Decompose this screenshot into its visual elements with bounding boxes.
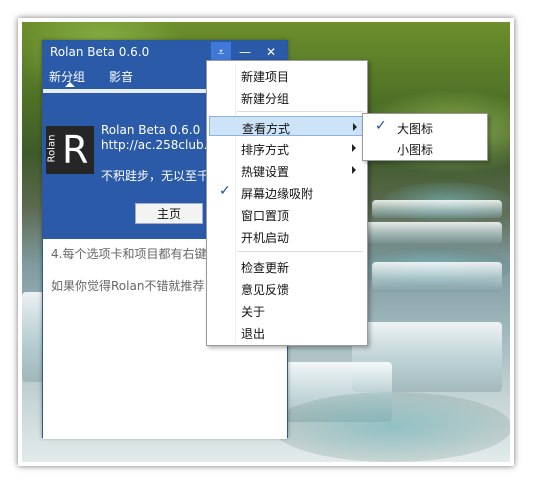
slogan-text: 不积跬步，无以至千	[101, 169, 210, 183]
menu-item-label: 意见反馈	[241, 283, 290, 297]
tip-line: 4.每个选项卡和项目都有右键	[51, 247, 207, 261]
menu-item-label: 排序方式	[241, 143, 290, 157]
menu-item-label: 开机启动	[241, 231, 290, 245]
submenu-arrow-icon	[352, 144, 356, 152]
menu-dropdown-icon[interactable]: ⩡	[211, 42, 231, 62]
logo-letter: R	[62, 128, 89, 172]
submenu-arrow-icon	[352, 166, 356, 174]
check-icon: ✓	[219, 183, 231, 199]
menu-item-label: 屏幕边缘吸附	[241, 187, 314, 201]
tab-media[interactable]: 影音	[109, 68, 133, 85]
menu-separator	[237, 111, 363, 112]
close-icon[interactable]: ✕	[261, 42, 281, 62]
menu-separator	[237, 251, 363, 252]
menu-item-label: 查看方式	[242, 122, 291, 136]
submenu-item-small-icons[interactable]: 小图标	[365, 138, 485, 158]
menu-item-label: 新建分组	[241, 92, 290, 106]
waterfall	[372, 262, 502, 292]
menu-item-edge-snap[interactable]: ✓ 屏幕边缘吸附	[209, 182, 365, 202]
tip-line: 如果你觉得Rolan不错就推荐	[51, 279, 205, 293]
menu-item-new-item[interactable]: 新建项目	[209, 65, 365, 85]
context-menu: 新建项目 新建分组 查看方式 排序方式 热键设置 ✓ 屏幕边缘吸附 窗口置顶 开…	[206, 60, 368, 346]
menu-item-start-on-boot[interactable]: 开机启动	[209, 226, 365, 246]
menu-item-check-update[interactable]: 检查更新	[209, 256, 365, 276]
submenu-item-label: 小图标	[397, 143, 434, 157]
menu-item-label: 退出	[241, 327, 266, 341]
rolan-logo: Rolan R	[46, 126, 94, 174]
app-name: Rolan Beta 0.6.0	[101, 123, 201, 137]
waterfall	[22, 292, 44, 382]
menu-item-label: 热键设置	[241, 165, 290, 179]
waterfall	[372, 200, 502, 218]
menu-item-label: 关于	[241, 305, 266, 319]
submenu-item-large-icons[interactable]: ✓ 大图标	[365, 117, 485, 137]
menu-item-feedback[interactable]: 意见反馈	[209, 278, 365, 298]
menu-item-label: 检查更新	[241, 261, 290, 275]
logo-word: Rolan	[46, 134, 58, 163]
menu-item-label: 新建项目	[241, 70, 290, 84]
menu-item-about[interactable]: 关于	[209, 300, 365, 320]
window-title: Rolan Beta 0.6.0	[50, 45, 150, 59]
check-icon: ✓	[375, 118, 387, 134]
active-tab-indicator	[65, 82, 75, 87]
menu-item-always-on-top[interactable]: 窗口置顶	[209, 204, 365, 224]
menu-item-sort-mode[interactable]: 排序方式	[209, 138, 365, 158]
menu-item-hotkey-settings[interactable]: 热键设置	[209, 160, 365, 180]
minimize-icon[interactable]: —	[235, 42, 255, 62]
water-pool	[272, 392, 510, 462]
menu-item-new-group[interactable]: 新建分组	[209, 87, 365, 107]
submenu-item-label: 大图标	[397, 122, 434, 136]
menu-item-view-mode[interactable]: 查看方式	[209, 116, 365, 136]
submenu-arrow-icon	[353, 123, 357, 131]
menu-item-exit[interactable]: 退出	[209, 322, 365, 342]
waterfall	[362, 222, 502, 244]
app-url-link[interactable]: http://ac.258club.c	[101, 138, 214, 152]
home-button[interactable]: 主页	[135, 203, 203, 224]
view-mode-submenu: ✓ 大图标 小图标	[362, 113, 488, 161]
menu-item-label: 窗口置顶	[241, 209, 290, 223]
